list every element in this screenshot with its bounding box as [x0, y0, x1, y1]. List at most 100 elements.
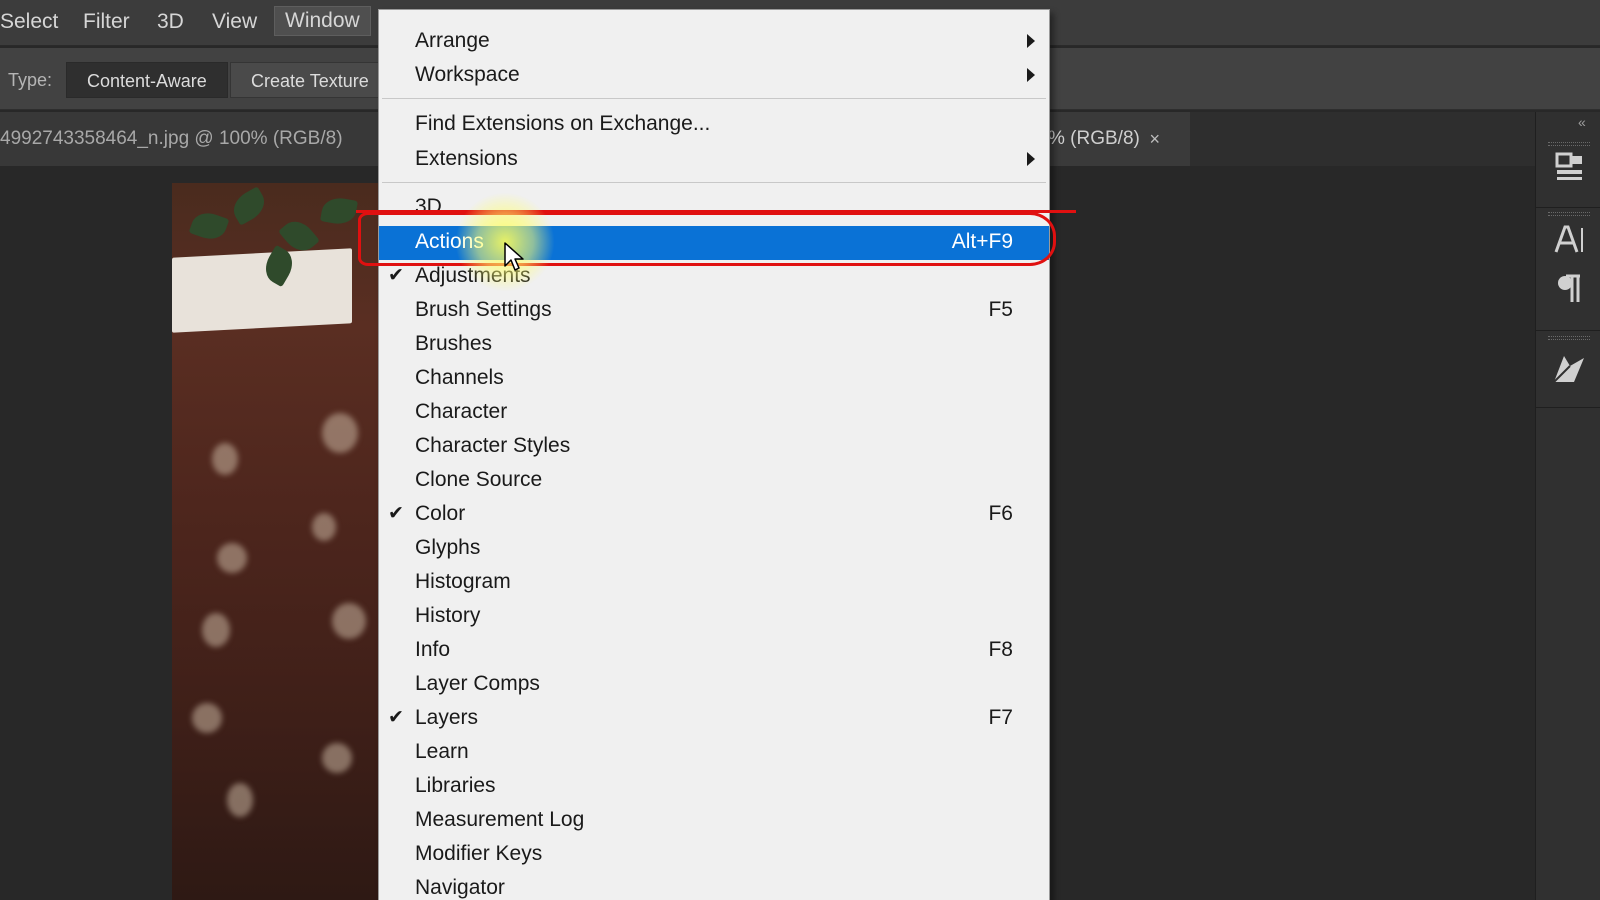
- close-tab-icon[interactable]: ×: [1149, 112, 1160, 166]
- image-bokeh-shape: [312, 513, 336, 541]
- menu-item-adjustments[interactable]: ✔ Adjustments: [379, 260, 1049, 294]
- menu-item-label: Measurement Log: [415, 808, 585, 831]
- menu-item-label: Arrange: [415, 29, 490, 52]
- menu-item-shortcut: F5: [988, 298, 1013, 321]
- submenu-arrow-icon: [1027, 152, 1035, 166]
- submenu-arrow-icon: [1027, 34, 1035, 48]
- menu-item-character[interactable]: Character: [379, 396, 1049, 430]
- image-bokeh-shape: [322, 413, 358, 453]
- checkmark-icon: ✔: [388, 265, 404, 286]
- image-bokeh-shape: [322, 743, 352, 773]
- menu-item-workspace[interactable]: Workspace: [379, 59, 1049, 93]
- menu-item-brush-settings[interactable]: Brush Settings F5: [379, 294, 1049, 328]
- menu-item-shortcut: F8: [988, 638, 1013, 661]
- pen-tool-icon[interactable]: [1544, 348, 1594, 398]
- menu-item-channels[interactable]: Channels: [379, 362, 1049, 396]
- create-texture-button[interactable]: Create Texture: [230, 62, 390, 98]
- menu-item-label: 3D: [415, 195, 442, 218]
- panel-separator: [1536, 207, 1600, 208]
- panel-grip[interactable]: [1548, 212, 1590, 216]
- menu-separator: [382, 182, 1046, 183]
- menu-item-label: Brushes: [415, 332, 493, 355]
- menu-item-shortcut: Alt+F9: [951, 230, 1013, 253]
- menu-view[interactable]: View: [212, 10, 257, 34]
- menu-item-label: Histogram: [415, 570, 511, 593]
- menu-item-layer-comps[interactable]: Layer Comps: [379, 668, 1049, 702]
- menu-item-learn[interactable]: Learn: [379, 736, 1049, 770]
- menu-item-label: Actions: [415, 230, 484, 253]
- menu-item-label: Adjustments: [415, 264, 531, 287]
- menu-item-color[interactable]: ✔ Color F6: [379, 498, 1049, 532]
- menu-item-navigator[interactable]: Navigator: [379, 872, 1049, 900]
- panel-separator: [1536, 407, 1600, 408]
- document-tab-1[interactable]: 4992743358464_n.jpg @ 100% (RGB/8): [0, 112, 380, 166]
- document-image[interactable]: [172, 183, 382, 900]
- document-tab-title: 4992743358464_n.jpg @ 100% (RGB/8): [0, 128, 343, 149]
- menu-3d[interactable]: 3D: [157, 10, 184, 34]
- menu-item-history[interactable]: History: [379, 600, 1049, 634]
- 3d-cube-icon[interactable]: [1544, 150, 1594, 200]
- image-bokeh-shape: [212, 443, 238, 475]
- image-bokeh-shape: [202, 613, 230, 647]
- image-leaf-shape: [320, 195, 358, 227]
- menu-item-layers[interactable]: ✔ Layers F7: [379, 702, 1049, 736]
- character-icon[interactable]: [1544, 222, 1594, 272]
- menu-item-modifier-keys[interactable]: Modifier Keys: [379, 838, 1049, 872]
- menu-item-clone-source[interactable]: Clone Source: [379, 464, 1049, 498]
- photoshop-window: Select Filter 3D View Window Type: Conte…: [0, 0, 1600, 900]
- menu-item-info[interactable]: Info F8: [379, 634, 1049, 668]
- menu-item-label: Info: [415, 638, 451, 661]
- menu-item-label: Modifier Keys: [415, 842, 543, 865]
- checkmark-icon: ✔: [388, 707, 404, 728]
- menu-item-measurement-log[interactable]: Measurement Log: [379, 804, 1049, 838]
- checkmark-icon: ✔: [388, 503, 404, 524]
- menu-window[interactable]: Window: [274, 6, 371, 36]
- image-bokeh-shape: [192, 703, 222, 733]
- menu-item-histogram[interactable]: Histogram: [379, 566, 1049, 600]
- menu-item-glyphs[interactable]: Glyphs: [379, 532, 1049, 566]
- panel-separator: [1536, 330, 1600, 331]
- menu-item-label: Brush Settings: [415, 298, 552, 321]
- menu-item-label: Glyphs: [415, 536, 481, 559]
- menu-item-label: Libraries: [415, 774, 496, 797]
- menu-item-label: Clone Source: [415, 468, 543, 491]
- image-shelf-shape: [172, 248, 352, 333]
- image-bokeh-shape: [217, 543, 247, 573]
- menu-item-shortcut: F6: [988, 502, 1013, 525]
- menu-item-label: Layer Comps: [415, 672, 540, 695]
- image-leaf-shape: [227, 186, 271, 226]
- menu-item-label: History: [415, 604, 481, 627]
- menu-item-label: Color: [415, 502, 466, 525]
- menu-item-arrange[interactable]: Arrange: [379, 25, 1049, 59]
- menu-select[interactable]: Select: [0, 10, 58, 34]
- menu-item-label: Layers: [415, 706, 479, 729]
- menu-item-label: Channels: [415, 366, 504, 389]
- right-panel-dock: «: [1535, 112, 1600, 900]
- image-bokeh-shape: [332, 603, 366, 639]
- menu-item-brushes[interactable]: Brushes: [379, 328, 1049, 362]
- panel-grip[interactable]: [1548, 142, 1590, 146]
- menu-item-3d[interactable]: 3D: [379, 191, 1049, 225]
- menu-item-label: Character: [415, 400, 508, 423]
- menu-item-label: Character Styles: [415, 434, 571, 457]
- panel-grip[interactable]: [1548, 336, 1590, 340]
- type-label: Type:: [8, 70, 53, 90]
- menu-item-actions[interactable]: Actions Alt+F9: [379, 226, 1049, 260]
- menu-item-label: Extensions: [415, 147, 518, 170]
- menu-filter[interactable]: Filter: [83, 10, 130, 34]
- menu-item-character-styles[interactable]: Character Styles: [379, 430, 1049, 464]
- menu-item-libraries[interactable]: Libraries: [379, 770, 1049, 804]
- submenu-arrow-icon: [1027, 68, 1035, 82]
- content-aware-button[interactable]: Content-Aware: [66, 62, 228, 98]
- menu-item-extensions[interactable]: Extensions: [379, 143, 1049, 177]
- document-tab-title: % (RGB/8): [1048, 128, 1140, 149]
- document-tab-2[interactable]: % (RGB/8) ×: [1030, 112, 1190, 166]
- collapse-panels-icon[interactable]: «: [1578, 114, 1586, 130]
- menu-item-label: Learn: [415, 740, 469, 763]
- image-leaf-shape: [188, 207, 230, 245]
- paragraph-icon[interactable]: [1544, 272, 1594, 322]
- menu-item-find-extensions[interactable]: Find Extensions on Exchange...: [379, 108, 1049, 142]
- menu-item-shortcut: F7: [988, 706, 1013, 729]
- menu-separator: [382, 98, 1046, 99]
- window-menu-dropdown: Arrange Workspace Find Extensions on Exc…: [378, 9, 1050, 900]
